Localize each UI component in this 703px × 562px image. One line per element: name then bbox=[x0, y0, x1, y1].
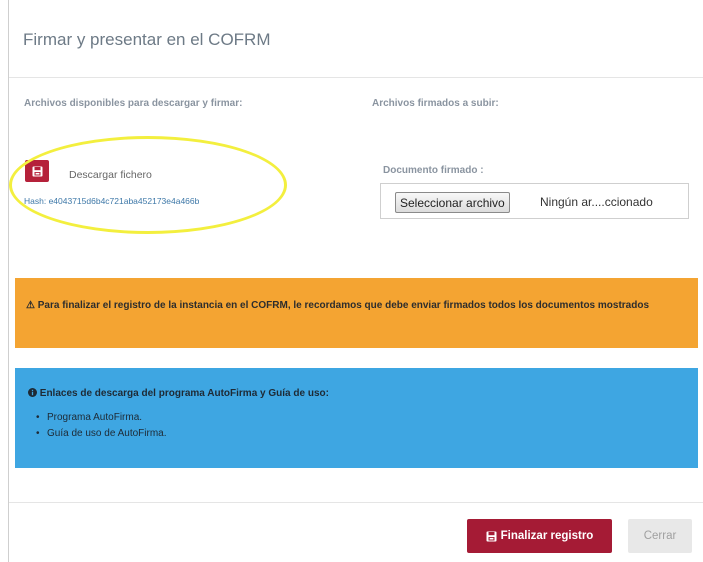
info-alert: Enlaces de descarga del programa AutoFir… bbox=[15, 368, 698, 468]
autofirma-guide-link[interactable]: Guía de uso de AutoFirma. bbox=[47, 428, 167, 439]
upload-section-heading: Archivos firmados a subir: bbox=[372, 98, 499, 109]
info-circle-icon bbox=[28, 388, 37, 397]
signed-document-label: Documento firmado : bbox=[383, 165, 484, 176]
list-item: Programa AutoFirma. bbox=[36, 410, 688, 426]
file-hash: Hash: e4043715d6b4c721aba452173e4a466b bbox=[24, 196, 200, 206]
modal-footer-divider bbox=[9, 502, 703, 503]
autofirma-links-list: Programa AutoFirma. Guía de uso de AutoF… bbox=[28, 410, 688, 442]
close-button[interactable]: Cerrar bbox=[628, 519, 692, 553]
finalize-registration-label: Finalizar registro bbox=[500, 530, 594, 542]
modal-left-border bbox=[8, 0, 9, 562]
warning-alert: ⚠ Para finalizar el registro de la insta… bbox=[15, 278, 698, 348]
download-file-label[interactable]: Descargar fichero bbox=[69, 169, 152, 181]
download-section-heading: Archivos disponibles para descargar y fi… bbox=[24, 98, 243, 109]
floppy-disk-icon bbox=[486, 531, 497, 541]
file-status-text: Ningún ar....ccionado bbox=[540, 195, 653, 209]
download-file-button[interactable] bbox=[25, 160, 49, 182]
list-item: Guía de uso de AutoFirma. bbox=[36, 426, 688, 442]
yellow-highlight-annotation bbox=[9, 136, 287, 234]
warning-triangle-icon: ⚠ bbox=[26, 300, 35, 311]
signed-document-file-input[interactable]: Seleccionar archivo Ningún ar....ccionad… bbox=[380, 183, 689, 219]
select-file-button[interactable]: Seleccionar archivo bbox=[395, 192, 510, 213]
finalize-registration-button[interactable]: Finalizar registro bbox=[467, 519, 612, 553]
floppy-disk-icon bbox=[32, 166, 42, 176]
modal-header: Firmar y presentar en el COFRM bbox=[9, 0, 703, 78]
modal-title: Firmar y presentar en el COFRM bbox=[23, 30, 271, 49]
autofirma-program-link[interactable]: Programa AutoFirma. bbox=[47, 412, 142, 423]
warning-alert-text: Para finalizar el registro de la instanc… bbox=[37, 300, 650, 311]
info-alert-title: Enlaces de descarga del programa AutoFir… bbox=[28, 388, 688, 399]
